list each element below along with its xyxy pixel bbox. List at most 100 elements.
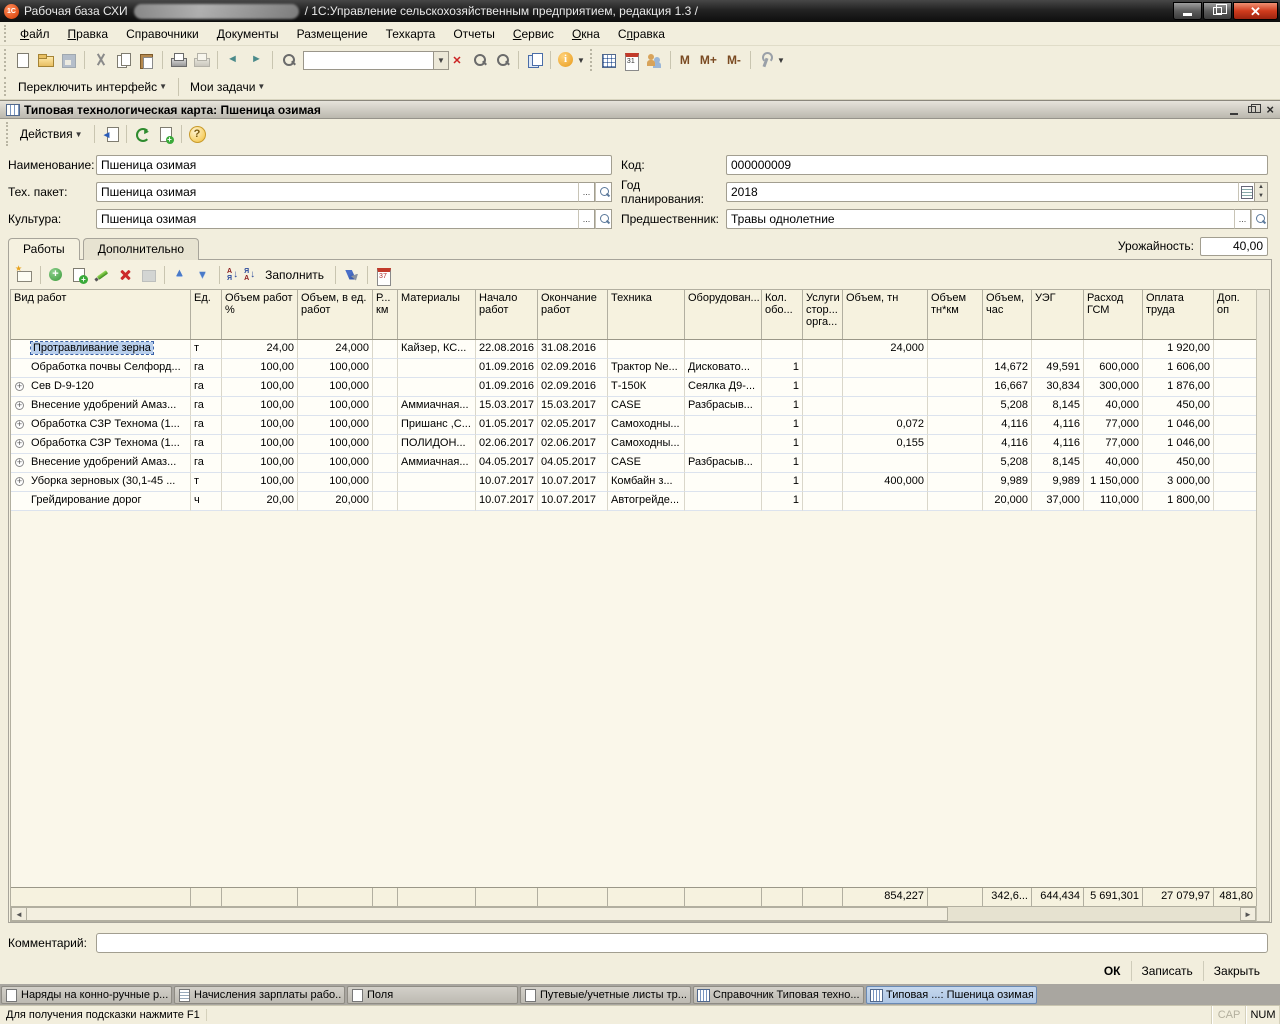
- table-cell[interactable]: 02.05.2017: [538, 416, 608, 435]
- table-cell[interactable]: 02.06.2017: [538, 435, 608, 454]
- add-row-button[interactable]: [45, 264, 68, 286]
- print-button[interactable]: [167, 49, 190, 71]
- table-cell[interactable]: 1 876,00: [1143, 378, 1214, 397]
- table-cell[interactable]: +Внесение удобрений Амаз...: [11, 397, 191, 416]
- table-cell[interactable]: Кайзер, КС...: [398, 340, 476, 359]
- table-cell[interactable]: 100,000: [298, 397, 373, 416]
- table-cell[interactable]: Самоходны...: [608, 435, 685, 454]
- table-cell[interactable]: 4,116: [1032, 416, 1084, 435]
- table-cell[interactable]: Трактор Nе...: [608, 359, 685, 378]
- window-copy-button[interactable]: [523, 49, 546, 71]
- culture-lookup-button[interactable]: [595, 209, 612, 229]
- table-cell[interactable]: 100,00: [222, 435, 298, 454]
- table-cell[interactable]: 1 920,00: [1143, 340, 1214, 359]
- column-header[interactable]: Объем тн*км: [928, 290, 983, 339]
- table-cell[interactable]: [762, 340, 803, 359]
- table-cell[interactable]: 20,000: [298, 492, 373, 511]
- table-cell[interactable]: 24,00: [222, 340, 298, 359]
- table-cell[interactable]: [928, 473, 983, 492]
- table-cell[interactable]: 100,000: [298, 473, 373, 492]
- menu-item-Файл[interactable]: Файл: [11, 24, 59, 44]
- table-cell[interactable]: [373, 435, 398, 454]
- delete-row-button[interactable]: [114, 264, 137, 286]
- column-header[interactable]: Оборудован...: [685, 290, 762, 339]
- expand-icon[interactable]: +: [15, 458, 24, 467]
- table-cell[interactable]: [1214, 435, 1256, 454]
- table-cell[interactable]: [843, 359, 928, 378]
- paste-button[interactable]: [135, 49, 158, 71]
- table-cell[interactable]: 0,072: [843, 416, 928, 435]
- tech-package-field[interactable]: Пшеница озимая: [96, 182, 578, 202]
- table-cell[interactable]: [373, 473, 398, 492]
- table-cell[interactable]: 1: [762, 492, 803, 511]
- table-cell[interactable]: [373, 416, 398, 435]
- import-button[interactable]: [99, 123, 122, 145]
- table-cell[interactable]: 100,000: [298, 378, 373, 397]
- taskbar-item[interactable]: Наряды на конно-ручные р...: [1, 986, 172, 1004]
- table-cell[interactable]: га: [191, 416, 222, 435]
- table-row[interactable]: +Внесение удобрений Амаз...га100,00100,0…: [11, 397, 1256, 416]
- table-cell[interactable]: Аммиачная...: [398, 397, 476, 416]
- table-cell[interactable]: 110,000: [1084, 492, 1143, 511]
- table-cell[interactable]: га: [191, 378, 222, 397]
- table-cell[interactable]: [1214, 397, 1256, 416]
- table-cell[interactable]: 24,000: [843, 340, 928, 359]
- table-cell[interactable]: [803, 492, 843, 511]
- memory-button[interactable]: М: [675, 51, 695, 69]
- table-cell[interactable]: 40,000: [1084, 397, 1143, 416]
- table-cell[interactable]: 3 000,00: [1143, 473, 1214, 492]
- table-cell[interactable]: [803, 340, 843, 359]
- table-cell[interactable]: 9,989: [1032, 473, 1084, 492]
- column-header[interactable]: Объем, в ед. работ: [298, 290, 373, 339]
- table-cell[interactable]: [373, 359, 398, 378]
- table-cell[interactable]: [398, 473, 476, 492]
- table-cell[interactable]: 10.07.2017: [538, 492, 608, 511]
- menu-item-Справочники[interactable]: Справочники: [117, 24, 208, 44]
- table-cell[interactable]: 1 046,00: [1143, 435, 1214, 454]
- save-record-button[interactable]: Записать: [1131, 961, 1203, 981]
- table-cell[interactable]: +Внесение удобрений Амаз...: [11, 454, 191, 473]
- table-cell[interactable]: +Обработка СЗР Технома (1...: [11, 416, 191, 435]
- find-button[interactable]: [277, 49, 300, 71]
- selection-button[interactable]: [340, 264, 363, 286]
- clear-search-button[interactable]: ✕: [449, 51, 465, 70]
- table-cell[interactable]: га: [191, 359, 222, 378]
- table-row[interactable]: Обработка почвы Селфорд...га100,00100,00…: [11, 359, 1256, 378]
- table-cell[interactable]: [373, 340, 398, 359]
- taskbar-item[interactable]: Типовая ...: Пшеница озимая: [866, 986, 1037, 1004]
- table-cell[interactable]: 1 606,00: [1143, 359, 1214, 378]
- calendar-button[interactable]: [620, 49, 643, 71]
- column-header[interactable]: Материалы: [398, 290, 476, 339]
- culture-field[interactable]: Пшеница озимая: [96, 209, 578, 229]
- table-cell[interactable]: 100,00: [222, 397, 298, 416]
- table-cell[interactable]: [803, 454, 843, 473]
- comment-field[interactable]: [96, 933, 1268, 953]
- table-cell[interactable]: 37,000: [1032, 492, 1084, 511]
- table-cell[interactable]: 14,672: [983, 359, 1032, 378]
- table-cell[interactable]: 100,00: [222, 473, 298, 492]
- table-cell[interactable]: [373, 378, 398, 397]
- table-cell[interactable]: 04.05.2017: [538, 454, 608, 473]
- search-input[interactable]: [303, 51, 433, 70]
- table-row[interactable]: +Обработка СЗР Технома (1...га100,00100,…: [11, 416, 1256, 435]
- expand-icon[interactable]: +: [15, 439, 24, 448]
- table-cell[interactable]: 02.09.2016: [538, 359, 608, 378]
- table-cell[interactable]: 31.08.2016: [538, 340, 608, 359]
- code-field[interactable]: 000000009: [726, 155, 1268, 175]
- table-cell[interactable]: [1214, 416, 1256, 435]
- table-cell[interactable]: +Сев D-9-120: [11, 378, 191, 397]
- table-cell[interactable]: 1: [762, 435, 803, 454]
- menu-item-Справка[interactable]: Справка: [609, 24, 674, 44]
- table-cell[interactable]: 40,000: [1084, 454, 1143, 473]
- scroll-right-icon[interactable]: ►: [1240, 907, 1256, 921]
- close-button[interactable]: ✕: [1233, 2, 1278, 20]
- table-row[interactable]: +Внесение удобрений Амаз...га100,00100,0…: [11, 454, 1256, 473]
- column-header[interactable]: Расход ГСМ: [1084, 290, 1143, 339]
- move-up-button[interactable]: [169, 264, 192, 286]
- table-cell[interactable]: 4,116: [1032, 435, 1084, 454]
- table-cell[interactable]: +Уборка зерновых (30,1-45 ...: [11, 473, 191, 492]
- search-dropdown-button[interactable]: ▼: [433, 51, 449, 70]
- table-cell[interactable]: 5,208: [983, 397, 1032, 416]
- table-cell[interactable]: 1 150,000: [1084, 473, 1143, 492]
- scrollbar-track[interactable]: [948, 907, 1240, 921]
